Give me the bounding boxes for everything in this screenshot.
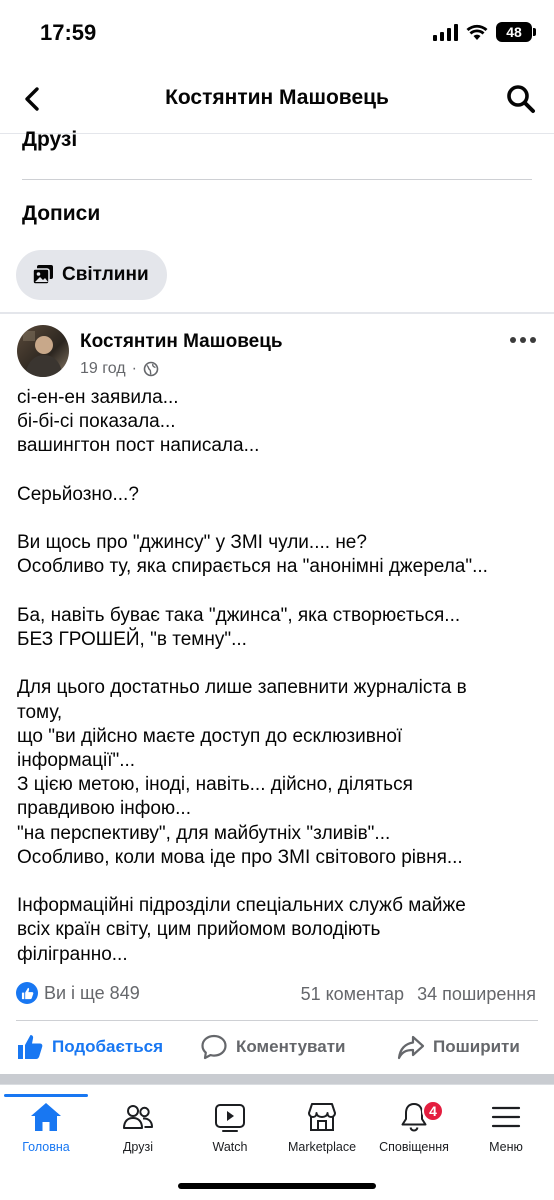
post-text-line: Особливо ту, яка спирається на "анонімні… xyxy=(17,556,488,578)
meta-separator: · xyxy=(131,360,137,377)
feed-gap xyxy=(0,1074,554,1084)
status-time: 17:59 xyxy=(40,20,97,45)
post-time[interactable]: 19 год xyxy=(80,360,126,378)
post-text-line: "на перспективу", для майбутніх "зливів"… xyxy=(17,822,391,844)
share-icon xyxy=(397,1035,425,1060)
signal-icon xyxy=(433,23,458,41)
photos-button-label: Світлини xyxy=(62,264,149,285)
thumbs-up-icon xyxy=(18,1035,43,1059)
friends-section-heading[interactable]: Друзі xyxy=(22,128,77,152)
avatar[interactable] xyxy=(17,325,69,377)
active-tab-indicator xyxy=(4,1094,88,1097)
post-text-line: сі-ен-ен заявила... xyxy=(17,387,179,408)
search-icon[interactable] xyxy=(504,82,538,116)
battery-icon: 48 xyxy=(496,22,536,42)
tab-label: Marketplace xyxy=(287,1140,357,1154)
photos-button[interactable]: Світлини xyxy=(16,250,167,300)
post-text-line: Ви щось про "джинсу" у ЗМІ чули.... не? xyxy=(17,532,367,554)
post-text-line: Особливо, коли мова іде про ЗМІ світовог… xyxy=(17,846,463,868)
like-button[interactable]: Подобається xyxy=(16,1030,163,1064)
tab-label: Меню xyxy=(489,1140,523,1154)
tab-home[interactable]: Головна xyxy=(0,1100,92,1162)
actions-divider xyxy=(16,1020,538,1021)
post-text-line xyxy=(17,870,539,894)
like-reaction-icon xyxy=(16,982,38,1004)
friends-icon xyxy=(123,1105,153,1129)
home-icon xyxy=(31,1103,61,1131)
tab-marketplace[interactable]: Marketplace xyxy=(276,1100,368,1162)
home-indicator xyxy=(178,1183,376,1189)
wifi-icon xyxy=(466,24,488,40)
post-meta: 19 год · xyxy=(80,360,159,378)
notifications-badge: 4 xyxy=(422,1100,444,1122)
post-text-line: Серьйозно...? xyxy=(17,483,139,505)
post-author-name[interactable]: Костянтин Машовець xyxy=(80,331,283,353)
post-text-line: інформації"... xyxy=(17,749,136,771)
share-button-label: Поширити xyxy=(433,1037,520,1056)
tab-label: Сповіщення xyxy=(379,1140,449,1154)
post-text-line: Ба, навіть буває така "джинса", яка ство… xyxy=(17,604,461,626)
more-options-icon[interactable] xyxy=(510,330,536,350)
marketplace-icon xyxy=(308,1103,336,1131)
post-separator xyxy=(0,312,554,314)
like-button-label: Подобається xyxy=(52,1037,164,1056)
tab-friends[interactable]: Друзі xyxy=(92,1100,184,1162)
status-bar: 17:59 48 xyxy=(0,0,554,66)
page-title: Костянтин Машовець xyxy=(165,86,389,109)
post-text: сі-ен-ен заявила... бі-бі-сі показала... в… xyxy=(17,386,539,967)
post-text-line: тому, xyxy=(17,701,63,723)
post-text-line: З цією метою, іноді, навіть... дійсно, д… xyxy=(17,774,413,796)
tab-label: Головна xyxy=(22,1140,70,1154)
photos-icon xyxy=(32,265,53,285)
post-stats: 51 коментар 34 поширення xyxy=(301,984,536,1005)
post-text-line: філігранно... xyxy=(17,943,128,965)
post-text-line xyxy=(17,580,539,604)
comments-count[interactable]: 51 коментар xyxy=(301,984,405,1005)
post-text-line: всіх країн світу, цим прийомом володіють xyxy=(17,919,381,941)
post-text-line: що "ви дійсно маєте доступ до есклюзивно… xyxy=(17,725,403,747)
post-text-line xyxy=(17,652,539,676)
reactions-text: Ви і ще 849 xyxy=(44,982,140,1003)
tab-menu[interactable]: Меню xyxy=(460,1100,552,1162)
post-text-line: Для цього достатньо лише запевнити журна… xyxy=(17,677,467,699)
globe-icon xyxy=(143,361,159,377)
shares-count[interactable]: 34 поширення xyxy=(417,984,536,1005)
share-button[interactable]: Поширити xyxy=(397,1030,520,1064)
post-text-line: бі-бі-сі показала... xyxy=(17,411,176,433)
menu-icon xyxy=(491,1106,521,1128)
tab-label: Watch xyxy=(212,1140,248,1154)
comment-button[interactable]: Коментувати xyxy=(200,1030,346,1064)
section-divider xyxy=(22,179,532,180)
tab-watch[interactable]: Watch xyxy=(184,1100,276,1162)
posts-section-heading: Дописи xyxy=(22,202,101,225)
app-header: Костянтин Машовець xyxy=(0,66,554,134)
post-text-line: правдивою інфою... xyxy=(17,798,191,820)
status-icons: 48 xyxy=(433,22,536,42)
post-text-line xyxy=(17,507,539,531)
post-text-line xyxy=(17,459,539,483)
back-icon[interactable] xyxy=(18,84,48,114)
comment-icon xyxy=(201,1034,227,1060)
post-text-line: Інформаційні підрозділи спеціальних служ… xyxy=(17,895,466,917)
post-text-line: БЕЗ ГРОШЕЙ, "в темну"... xyxy=(17,628,247,650)
post-text-line: вашингтон пост написала... xyxy=(17,435,260,457)
reactions-summary[interactable]: Ви і ще 849 xyxy=(16,982,140,1004)
comment-button-label: Коментувати xyxy=(236,1037,346,1056)
watch-icon xyxy=(215,1104,245,1132)
tab-label: Друзі xyxy=(122,1140,154,1154)
tab-notifications[interactable]: 4 Сповіщення xyxy=(368,1100,460,1162)
